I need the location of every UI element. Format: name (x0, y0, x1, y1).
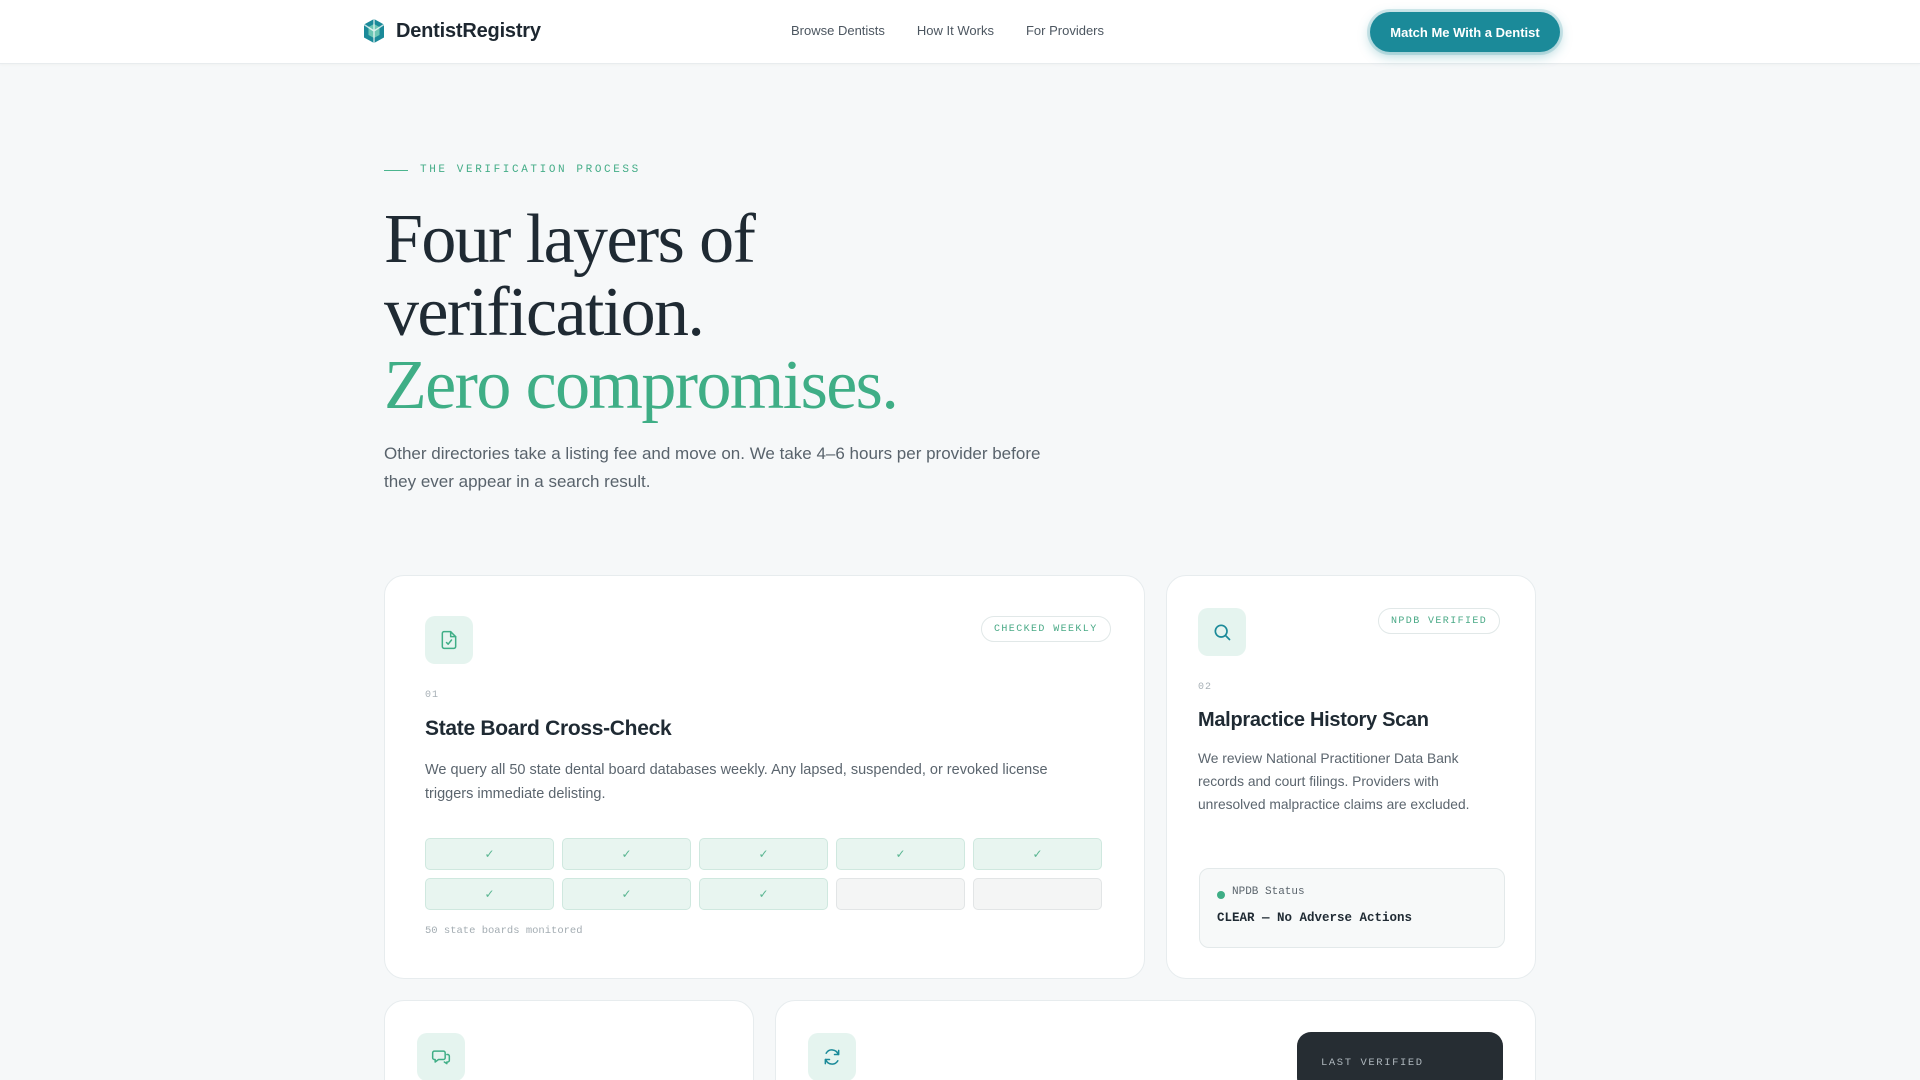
nav-link-browse-dentists[interactable]: Browse Dentists (791, 23, 885, 38)
state-cell-checked: ✓ (699, 838, 828, 870)
last-verified-label: LAST VERIFIED (1321, 1057, 1424, 1069)
refresh-icon (824, 1049, 840, 1065)
card-title: Malpractice History Scan (1198, 709, 1429, 731)
status-label: NPDB Status (1232, 886, 1305, 898)
npdb-verified-badge: NPDB VERIFIED (1378, 608, 1501, 634)
brand-name: DentistRegistry (396, 19, 541, 42)
search-icon (1214, 624, 1231, 641)
state-cell-checked: ✓ (562, 878, 691, 910)
nav-link-how-it-works[interactable]: How It Works (917, 23, 994, 38)
card-title: State Board Cross-Check (425, 717, 672, 740)
checked-weekly-badge: CHECKED WEEKLY (981, 616, 1111, 642)
document-check-icon (441, 630, 457, 650)
state-board-grid: ✓ ✓ ✓ ✓ ✓ ✓ ✓ ✓ (425, 838, 1105, 910)
chat-icon (431, 1050, 451, 1065)
card-description: We review National Practitioner Data Ban… (1198, 751, 1470, 812)
hero-description: Other directories take a listing fee and… (384, 444, 1041, 491)
state-cell-checked: ✓ (973, 838, 1102, 870)
card-description: We query all 50 state dental board datab… (425, 762, 1048, 802)
state-cell-checked: ✓ (699, 878, 828, 910)
section-eyebrow: THE VERIFICATION PROCESS (384, 164, 641, 176)
title-line-2: verification. (384, 274, 705, 351)
last-verified-panel: LAST VERIFIED (1297, 1032, 1503, 1080)
title-accent: Zero compromises. (384, 347, 899, 424)
status-dot (1217, 891, 1225, 899)
search-icon-box (1198, 608, 1246, 656)
document-check-icon-box (425, 616, 473, 664)
step-number: 02 (1198, 682, 1213, 693)
grid-caption: 50 state boards monitored (425, 925, 583, 937)
state-cell-checked: ✓ (836, 838, 965, 870)
step-number: 01 (425, 690, 440, 701)
state-cell-pending (973, 878, 1102, 910)
state-cell-pending (836, 878, 965, 910)
status-value: CLEAR — No Adverse Actions (1217, 911, 1413, 925)
nav-link-for-providers[interactable]: For Providers (1026, 23, 1104, 38)
eyebrow-divider (384, 169, 408, 171)
card-malpractice: NPDB VERIFIED 02 Malpractice History Sca… (1166, 575, 1536, 979)
page-title: Four layers of verification. Zero compro… (384, 201, 899, 424)
eyebrow-text: THE VERIFICATION PROCESS (420, 164, 641, 176)
chat-icon-box (417, 1033, 465, 1080)
logo-icon (363, 19, 385, 43)
match-me-button[interactable]: Match Me With a Dentist (1370, 12, 1560, 52)
card-communication (384, 1000, 754, 1080)
brand[interactable]: DentistRegistry (362, 18, 541, 44)
title-line-1: Four layers of (384, 201, 756, 278)
refresh-icon-box (808, 1033, 856, 1080)
state-cell-checked: ✓ (562, 838, 691, 870)
state-cell-checked: ✓ (425, 878, 554, 910)
card-state-board: CHECKED WEEKLY 01 State Board Cross-Chec… (384, 575, 1145, 979)
nav-links: Browse Dentists How It Works For Provide… (791, 23, 1104, 38)
state-cell-checked: ✓ (425, 838, 554, 870)
top-navigation: DentistRegistry Browse Dentists How It W… (0, 0, 1920, 64)
npdb-status-box: NPDB Status CLEAR — No Adverse Actions (1199, 868, 1505, 948)
